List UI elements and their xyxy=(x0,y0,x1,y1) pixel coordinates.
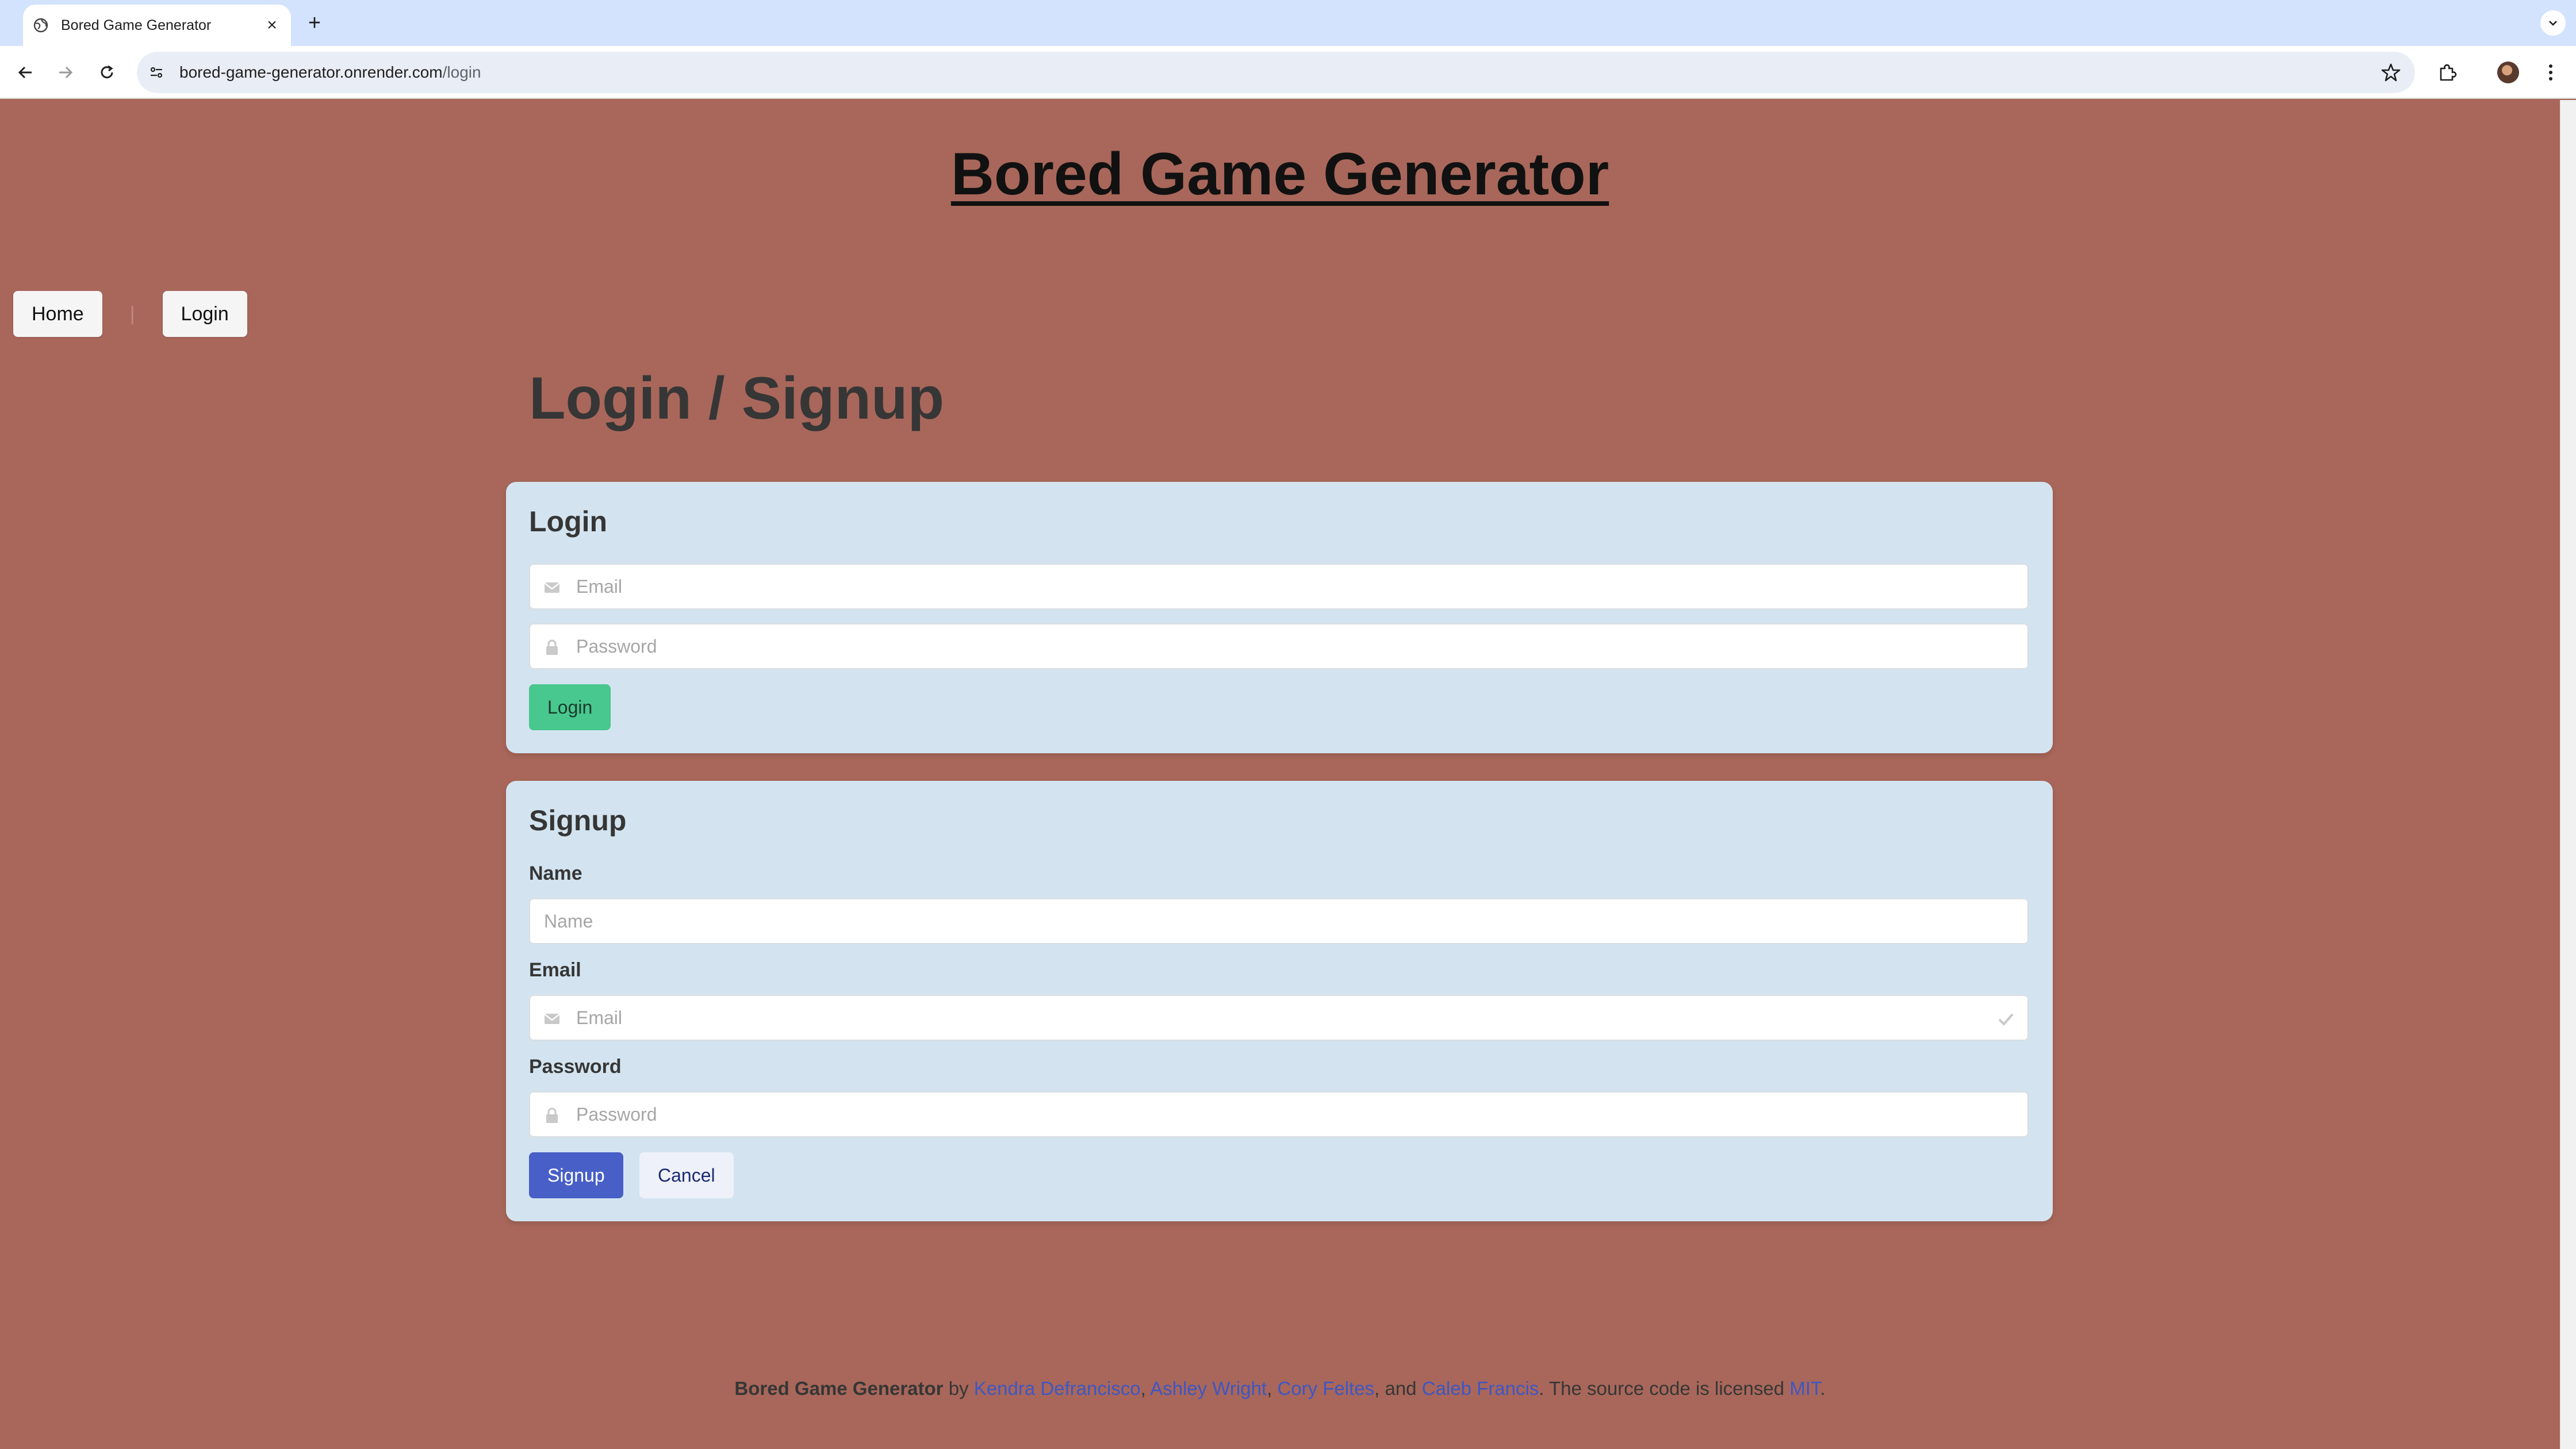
footer-author-link[interactable]: Ashley Wright xyxy=(1150,1378,1267,1399)
login-submit-button[interactable]: Login xyxy=(529,684,611,730)
nav-separator: | xyxy=(129,302,135,325)
login-card-title: Login xyxy=(529,505,608,538)
page-title: Login / Signup xyxy=(529,365,945,432)
signup-password-input[interactable] xyxy=(530,1092,2027,1136)
signup-submit-button[interactable]: Signup xyxy=(529,1152,623,1198)
footer-separator: , and xyxy=(1374,1378,1422,1399)
new-tab-icon[interactable]: + xyxy=(303,12,326,34)
url-path: /login xyxy=(442,63,481,81)
avatar xyxy=(2497,62,2519,83)
footer-license-link[interactable]: MIT xyxy=(1789,1378,1820,1399)
profile-avatar[interactable] xyxy=(2494,59,2522,86)
browser-menu-icon[interactable] xyxy=(2537,59,2564,86)
bookmark-star-icon[interactable] xyxy=(2380,62,2401,83)
cancel-button[interactable]: Cancel xyxy=(639,1152,734,1198)
signup-card-title: Signup xyxy=(529,804,627,837)
footer-site-name: Bored Game Generator xyxy=(734,1378,944,1399)
signup-email-field xyxy=(529,995,2029,1041)
signup-name-input[interactable] xyxy=(530,899,2027,943)
login-password-field xyxy=(529,623,2029,669)
footer-author-link[interactable]: Caleb Francis xyxy=(1422,1378,1539,1399)
tab-title: Bored Game Generator xyxy=(61,17,212,33)
footer-author-link[interactable]: Cory Feltes xyxy=(1277,1378,1374,1399)
footer: Bored Game Generator by Kendra Defrancis… xyxy=(0,1378,2560,1400)
login-email-field xyxy=(529,564,2029,610)
back-arrow-icon[interactable] xyxy=(10,57,40,87)
login-email-input[interactable] xyxy=(530,565,2027,608)
extensions-puzzle-icon[interactable] xyxy=(2433,59,2461,86)
tab-close-icon[interactable]: × xyxy=(263,17,281,34)
signup-email-input[interactable] xyxy=(530,996,2027,1040)
url-text: bored-game-generator.onrender.com/login xyxy=(179,52,481,93)
signup-password-label: Password xyxy=(529,1056,622,1078)
login-card: Login Login xyxy=(506,482,2053,753)
browser-tab-bar: Bored Game Generator × + xyxy=(0,0,2576,46)
signup-card: Signup Name Email Password Signup Cancel xyxy=(506,781,2053,1221)
site-title-link[interactable]: Bored Game Generator xyxy=(0,140,2560,209)
url-domain: bored-game-generator.onrender.com xyxy=(179,63,443,81)
footer-author-link[interactable]: Kendra Defrancisco xyxy=(974,1378,1141,1399)
tab-search-chevron-icon[interactable] xyxy=(2540,10,2566,36)
signup-password-field xyxy=(529,1091,2029,1137)
footer-license-text: . The source code is licensed xyxy=(1539,1378,1790,1399)
page-scrollbar[interactable] xyxy=(2560,100,2576,1449)
signup-name-field xyxy=(529,898,2029,944)
browser-toolbar: bored-game-generator.onrender.com/login xyxy=(0,46,2576,99)
footer-by: by xyxy=(943,1378,974,1399)
address-bar[interactable]: bored-game-generator.onrender.com/login xyxy=(137,52,2415,93)
browser-tab[interactable]: Bored Game Generator × xyxy=(23,5,291,46)
footer-end: . xyxy=(1820,1378,1826,1399)
forward-arrow-icon[interactable] xyxy=(51,57,80,87)
nav-bar: Home | Login xyxy=(13,291,247,337)
checkmark-icon xyxy=(1996,1010,2015,1028)
footer-separator: , xyxy=(1140,1378,1151,1399)
page-content: Bored Game Generator Home | Login Login … xyxy=(0,100,2560,1449)
globe-icon xyxy=(33,18,48,33)
site-info-icon[interactable] xyxy=(148,64,164,80)
nav-login-button[interactable]: Login xyxy=(162,291,247,337)
nav-home-button[interactable]: Home xyxy=(13,291,102,337)
footer-separator: , xyxy=(1267,1378,1278,1399)
login-password-input[interactable] xyxy=(530,624,2027,668)
signup-name-label: Name xyxy=(529,862,582,884)
signup-email-label: Email xyxy=(529,959,581,981)
reload-icon[interactable] xyxy=(92,57,122,87)
